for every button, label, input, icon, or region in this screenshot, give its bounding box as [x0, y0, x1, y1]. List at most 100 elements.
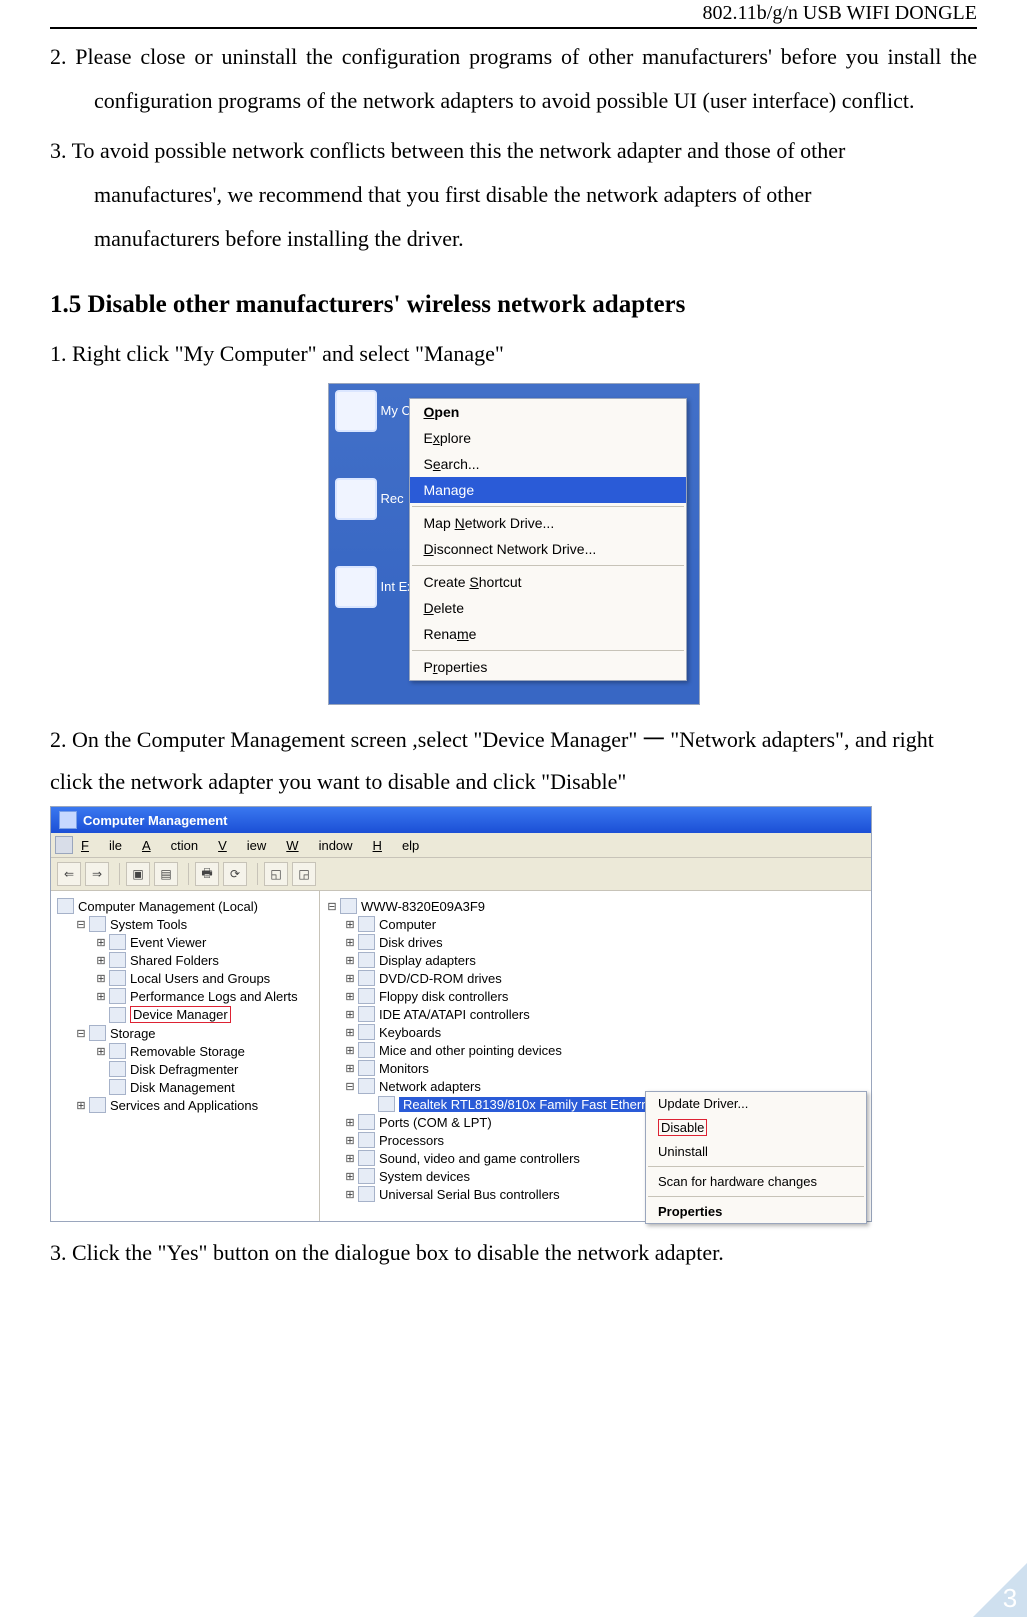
tree-defrag[interactable]: Disk Defragmenter [55, 1060, 315, 1078]
menu-window[interactable]: Window [286, 838, 352, 853]
ctx-disconnect-drive[interactable]: Disconnect Network Drive... [410, 536, 686, 562]
refresh-button[interactable]: ⟳ [223, 862, 247, 886]
desktop-icons: My C Rec Int Ex [335, 390, 414, 654]
paragraph-3: 3. To avoid possible network conflicts b… [50, 129, 977, 261]
ctx-open[interactable]: Open [410, 399, 686, 425]
tree-local-users[interactable]: ⊞Local Users and Groups [55, 969, 315, 987]
removable-icon [109, 1043, 126, 1059]
figure-context-menu: My C Rec Int Ex Open Explore Search... M… [328, 383, 700, 705]
rt-root[interactable]: ⊟WWW-8320E09A3F9 [324, 897, 867, 915]
toolbar-sep-3 [257, 863, 258, 885]
rt-monitors[interactable]: ⊞Monitors [324, 1059, 867, 1077]
menu-action[interactable]: Action [142, 838, 198, 853]
ctx2-scan[interactable]: Scan for hardware changes [646, 1170, 866, 1193]
tree-services[interactable]: ⊞Services and Applications [55, 1096, 315, 1114]
ctx-delete[interactable]: Delete [410, 595, 686, 621]
menu-help[interactable]: Help [373, 838, 420, 853]
step-2: 2. On the Computer Management screen ,se… [50, 719, 977, 803]
defrag-icon [109, 1061, 126, 1077]
tree-root[interactable]: Computer Management (Local) [55, 897, 315, 915]
diskmgmt-icon [109, 1079, 126, 1095]
device-manager-label: Device Manager [130, 1006, 231, 1023]
desktop-icon-ie[interactable]: Int Ex [335, 566, 414, 608]
window-titlebar: Computer Management [51, 807, 871, 833]
tree-diskmgmt[interactable]: Disk Management [55, 1078, 315, 1096]
rt-dvd[interactable]: ⊞DVD/CD-ROM drives [324, 969, 867, 987]
usb-icon [358, 1186, 375, 1202]
ctx-separator-2 [412, 565, 684, 566]
services-icon [89, 1097, 106, 1113]
ctx2-uninstall[interactable]: Uninstall [646, 1140, 866, 1163]
ctx-search[interactable]: Search... [410, 451, 686, 477]
computer-icon [335, 390, 377, 432]
menu-view[interactable]: View [218, 838, 266, 853]
tree-storage[interactable]: ⊟Storage [55, 1024, 315, 1042]
mycomputer-label: My C [381, 403, 411, 418]
cpu-icon [358, 1132, 375, 1148]
nic-icon [378, 1096, 395, 1112]
tree-shared-folders[interactable]: ⊞Shared Folders [55, 951, 315, 969]
computer-management-icon [57, 898, 74, 914]
perf-logs-label: Performance Logs and Alerts [130, 989, 298, 1004]
event-viewer-icon [109, 934, 126, 950]
monitor-icon [358, 1060, 375, 1076]
system-menu-icon[interactable] [55, 836, 73, 854]
back-button[interactable]: ⇐ [57, 862, 81, 886]
rt-dvd-label: DVD/CD-ROM drives [379, 971, 502, 986]
tree-removable[interactable]: ⊞Removable Storage [55, 1042, 315, 1060]
rt-mice[interactable]: ⊞Mice and other pointing devices [324, 1041, 867, 1059]
page-number: 3 [1003, 1583, 1017, 1614]
ctx-map-drive[interactable]: Map Network Drive... [410, 510, 686, 536]
tree-system-tools[interactable]: ⊟System Tools [55, 915, 315, 933]
system-tools-label: System Tools [110, 917, 187, 932]
menu-file[interactable]: File [81, 838, 122, 853]
para3-line1: 3. To avoid possible network conflicts b… [50, 129, 977, 173]
rt-floppy-label: Floppy disk controllers [379, 989, 508, 1004]
ctx2-disable[interactable]: Disable [646, 1115, 866, 1140]
print-button[interactable]: 🖶 [195, 862, 219, 886]
users-icon [109, 970, 126, 986]
shared-folders-label: Shared Folders [130, 953, 219, 968]
ctx-rename[interactable]: Rename [410, 621, 686, 647]
tree-event-viewer[interactable]: ⊞Event Viewer [55, 933, 315, 951]
rt-ide[interactable]: ⊞IDE ATA/ATAPI controllers [324, 1005, 867, 1023]
figure-device-manager: Computer Management File Action View Win… [50, 806, 872, 1222]
tool-button-b[interactable]: ◲ [292, 862, 316, 886]
ctx2-properties[interactable]: Properties [646, 1200, 866, 1223]
ports-icon [358, 1114, 375, 1130]
ctx-manage[interactable]: Manage [410, 477, 686, 503]
rt-keyboards-label: Keyboards [379, 1025, 441, 1040]
page-header: 802.11b/g/n USB WIFI DONGLE [50, 0, 977, 29]
rt-computer[interactable]: ⊞Computer [324, 915, 867, 933]
rt-sysdev-label: System devices [379, 1169, 470, 1184]
up-button[interactable]: ▣ [126, 862, 150, 886]
device-manager-icon [109, 1007, 126, 1023]
rt-floppy[interactable]: ⊞Floppy disk controllers [324, 987, 867, 1005]
desktop-icon-recycle[interactable]: Rec [335, 478, 414, 520]
ctx-create-shortcut[interactable]: Create Shortcut [410, 569, 686, 595]
sound-icon [358, 1150, 375, 1166]
page-number-tab: 3 [973, 1563, 1027, 1617]
paragraph-2: 2. Please close or uninstall the configu… [50, 35, 977, 123]
right-tree: ⊟WWW-8320E09A3F9 ⊞Computer ⊞Disk drives … [320, 891, 871, 1221]
dvd-icon [358, 970, 375, 986]
tree-perf-logs[interactable]: ⊞Performance Logs and Alerts [55, 987, 315, 1005]
rt-disk-label: Disk drives [379, 935, 443, 950]
properties-button[interactable]: ▤ [154, 862, 178, 886]
forward-button[interactable]: ⇒ [85, 862, 109, 886]
rt-display[interactable]: ⊞Display adapters [324, 951, 867, 969]
rt-disk[interactable]: ⊞Disk drives [324, 933, 867, 951]
desktop-icon-mycomputer[interactable]: My C [335, 390, 414, 432]
tree-device-manager[interactable]: Device Manager [55, 1005, 315, 1024]
rt-keyboards[interactable]: ⊞Keyboards [324, 1023, 867, 1041]
split-panes: Computer Management (Local) ⊟System Tool… [51, 891, 871, 1221]
ie-icon [335, 566, 377, 608]
system-tools-icon [89, 916, 106, 932]
ctx-explore[interactable]: Explore [410, 425, 686, 451]
rt-monitors-label: Monitors [379, 1061, 429, 1076]
ctx-properties[interactable]: Properties [410, 654, 686, 680]
rt-display-label: Display adapters [379, 953, 476, 968]
ctx2-update-driver[interactable]: Update Driver... [646, 1092, 866, 1115]
storage-label: Storage [110, 1026, 156, 1041]
tool-button-a[interactable]: ◱ [264, 862, 288, 886]
